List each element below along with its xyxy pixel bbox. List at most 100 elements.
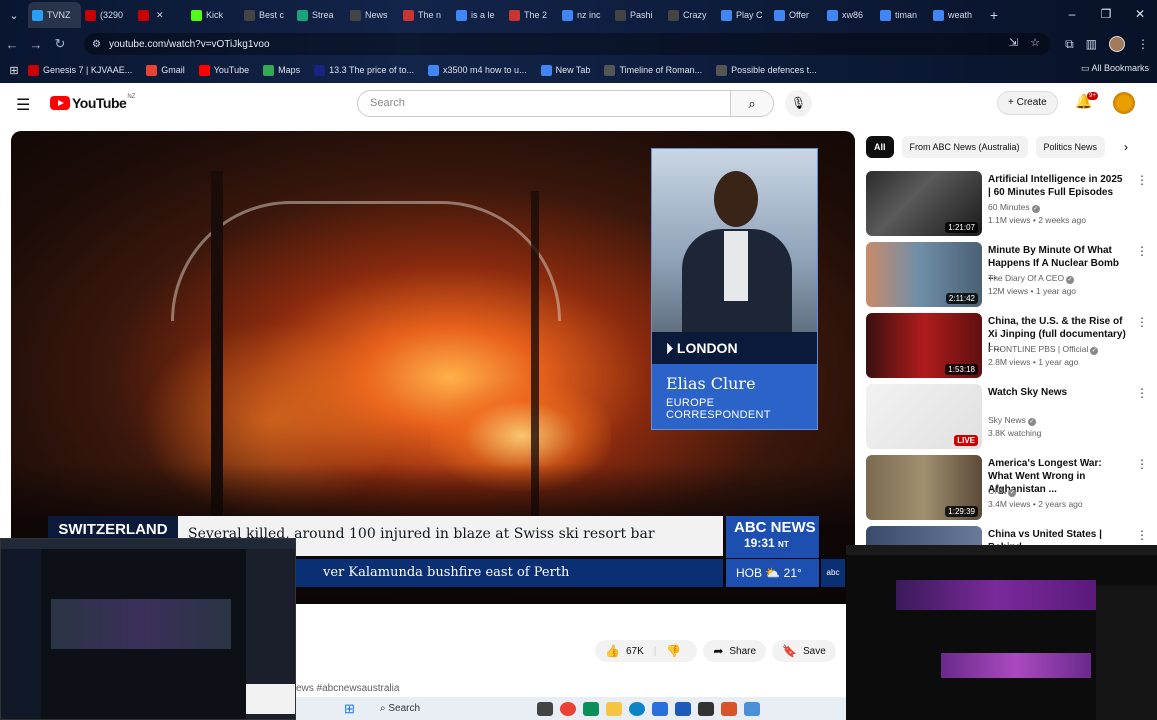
channel-name[interactable]: The Diary Of A CEO ✓ (988, 273, 1075, 284)
browser-tab[interactable]: Kick (187, 2, 240, 28)
app-icon-1[interactable] (583, 701, 599, 716)
video-thumbnail[interactable]: 1:21:07 (866, 171, 982, 236)
menu-kebab-icon[interactable]: ⋮ (1137, 37, 1149, 51)
site-info-icon[interactable]: ⚙ (92, 39, 101, 50)
browser-tab[interactable]: (3290 (81, 2, 134, 28)
file-explorer-icon[interactable] (606, 701, 622, 716)
bookmark-item[interactable]: 13.3 The price of to... (314, 64, 414, 76)
address-bar[interactable]: ⚙ youtube.com/watch?v=vOTiJkg1voo ⇲ ☆ (84, 33, 1050, 55)
all-bookmarks[interactable]: ▭ All Bookmarks (1081, 63, 1149, 74)
back-button[interactable]: ← (0, 37, 24, 52)
tab-close-icon[interactable]: ✕ (156, 10, 164, 21)
bookmark-item[interactable]: Possible defences t... (716, 64, 817, 76)
new-tab-button[interactable]: + (982, 7, 1006, 23)
browser-tab[interactable]: News (346, 2, 399, 28)
channel-name[interactable]: FRONTLINE PBS | Official ✓ (988, 344, 1099, 355)
search-button[interactable]: ⌕ (730, 90, 774, 117)
chrome-icon[interactable] (560, 701, 576, 716)
recommended-video[interactable]: 1:21:07 Artificial Intelligence in 2025 |… (866, 171, 1151, 237)
video-menu-icon[interactable]: ⋮ (1136, 457, 1148, 471)
video-menu-icon[interactable]: ⋮ (1136, 386, 1148, 400)
chevron-right-icon[interactable]: › (1124, 140, 1128, 154)
browser-tab[interactable]: Offer (770, 2, 823, 28)
filter-chip[interactable]: Politics News (1035, 136, 1106, 158)
tab-search-chevron-icon[interactable]: ⌄ (0, 9, 28, 22)
video-thumbnail[interactable]: 2:11:42 (866, 242, 982, 307)
install-icon[interactable]: ⇲ (1009, 36, 1018, 49)
apps-grid-icon[interactable]: ⊞ (0, 64, 28, 77)
browser-tab[interactable]: xw86 (823, 2, 876, 28)
browser-tab[interactable]: The n (399, 2, 452, 28)
account-avatar[interactable] (1113, 92, 1135, 114)
windows-start-icon[interactable]: ⊞ (344, 701, 362, 716)
duration-badge: 1:53:18 (945, 364, 978, 375)
share-button[interactable]: ➦ Share (703, 640, 767, 662)
taskbar-search[interactable]: ⌕ Search (380, 703, 530, 714)
bookmark-item[interactable]: x3500 m4 how to u... (428, 64, 527, 76)
app-icon-5[interactable] (721, 701, 737, 716)
browser-tab[interactable]: timan (876, 2, 929, 28)
video-title[interactable]: Watch Sky News (988, 386, 1126, 399)
browser-tab[interactable]: Best c (240, 2, 293, 28)
browser-tab[interactable]: weath (929, 2, 982, 28)
video-thumbnail[interactable]: 1:53:18 (866, 313, 982, 378)
bookmark-item[interactable]: New Tab (540, 64, 590, 76)
browser-tab[interactable]: Play C (717, 2, 770, 28)
recommended-video[interactable]: 1:29:39 America's Longest War: What Went … (866, 455, 1151, 521)
video-title[interactable]: Artificial Intelligence in 2025 | 60 Min… (988, 173, 1126, 199)
bookmark-item[interactable]: YouTube (198, 64, 249, 76)
sidebar-icon[interactable]: ▥ (1086, 37, 1097, 51)
browser-tab[interactable]: Crazy (664, 2, 717, 28)
bookmark-item[interactable]: Timeline of Roman... (604, 64, 702, 76)
task-view-icon[interactable] (537, 701, 553, 716)
youtube-logo[interactable]: YouTube NZ (50, 94, 135, 111)
video-menu-icon[interactable]: ⋮ (1136, 173, 1148, 187)
channel-name[interactable]: Sky News ✓ (988, 415, 1036, 426)
reload-button[interactable]: ↻ (48, 36, 72, 52)
app-icon-2[interactable] (652, 701, 668, 716)
video-menu-icon[interactable]: ⋮ (1136, 244, 1148, 258)
close-window-button[interactable]: ✕ (1123, 0, 1157, 28)
recommended-video[interactable]: LIVE Watch Sky News Sky News ✓ 3.8K watching… (866, 384, 1151, 450)
browser-tab[interactable]: ✕ (134, 2, 187, 28)
thumbs-down-icon[interactable]: 👎 (666, 644, 681, 658)
app-icon-3[interactable] (675, 701, 691, 716)
recommended-video[interactable]: 2:11:42 Minute By Minute Of What Happens … (866, 242, 1151, 308)
filter-chip[interactable]: From ABC News (Australia) (901, 136, 1028, 158)
save-button[interactable]: 🔖 Save (772, 640, 836, 662)
bookmark-item[interactable]: Genesis 7 | KJVAAE... (28, 64, 132, 76)
video-thumbnail[interactable]: LIVE (866, 384, 982, 449)
video-menu-icon[interactable]: ⋮ (1136, 315, 1148, 329)
maximize-button[interactable]: ❐ (1089, 0, 1123, 28)
channel-name[interactable]: 60 Minutes ✓ (988, 202, 1040, 213)
browser-tab[interactable]: Pashi (611, 2, 664, 28)
browser-tab[interactable]: Strea (293, 2, 346, 28)
recommended-video[interactable]: 1:53:18 China, the U.S. & the Rise of Xi … (866, 313, 1151, 379)
browser-tab[interactable]: is a le (452, 2, 505, 28)
bookmark-item[interactable]: Gmail (146, 64, 185, 76)
forward-button[interactable]: → (24, 37, 48, 52)
extensions-icon[interactable]: ⧉ (1065, 37, 1074, 52)
video-hashtags[interactable]: ews #abcnewsaustralia (296, 683, 399, 694)
app-icon-4[interactable] (698, 701, 714, 716)
profile-avatar[interactable] (1109, 36, 1125, 52)
create-button[interactable]: + Create (997, 91, 1058, 115)
browser-tab[interactable]: The 2 (505, 2, 558, 28)
app-icon-6[interactable] (744, 701, 760, 716)
video-menu-icon[interactable]: ⋮ (1136, 528, 1148, 542)
video-player[interactable]: ⏵ LONDON Elias Clure EUROPE CORRESPONDEN… (11, 131, 855, 604)
browser-tab[interactable]: nz inc (558, 2, 611, 28)
edge-icon[interactable] (629, 701, 645, 716)
video-thumbnail[interactable]: 1:29:39 (866, 455, 982, 520)
voice-search-button[interactable]: 🎙 (785, 90, 812, 117)
bookmark-item[interactable]: Maps (263, 64, 300, 76)
hamburger-menu-icon[interactable]: ☰ (16, 95, 30, 115)
tab-favicon-icon (933, 9, 944, 21)
minimize-button[interactable]: – (1055, 0, 1089, 28)
bookmark-star-icon[interactable]: ☆ (1030, 36, 1040, 49)
search-input[interactable]: Search (357, 90, 731, 117)
browser-tab[interactable]: TVNZ (28, 2, 81, 28)
filter-chip[interactable]: All (866, 136, 894, 158)
channel-name[interactable]: CNN ✓ (988, 486, 1017, 497)
like-button[interactable]: 👍 67K | 👎 (595, 640, 698, 662)
